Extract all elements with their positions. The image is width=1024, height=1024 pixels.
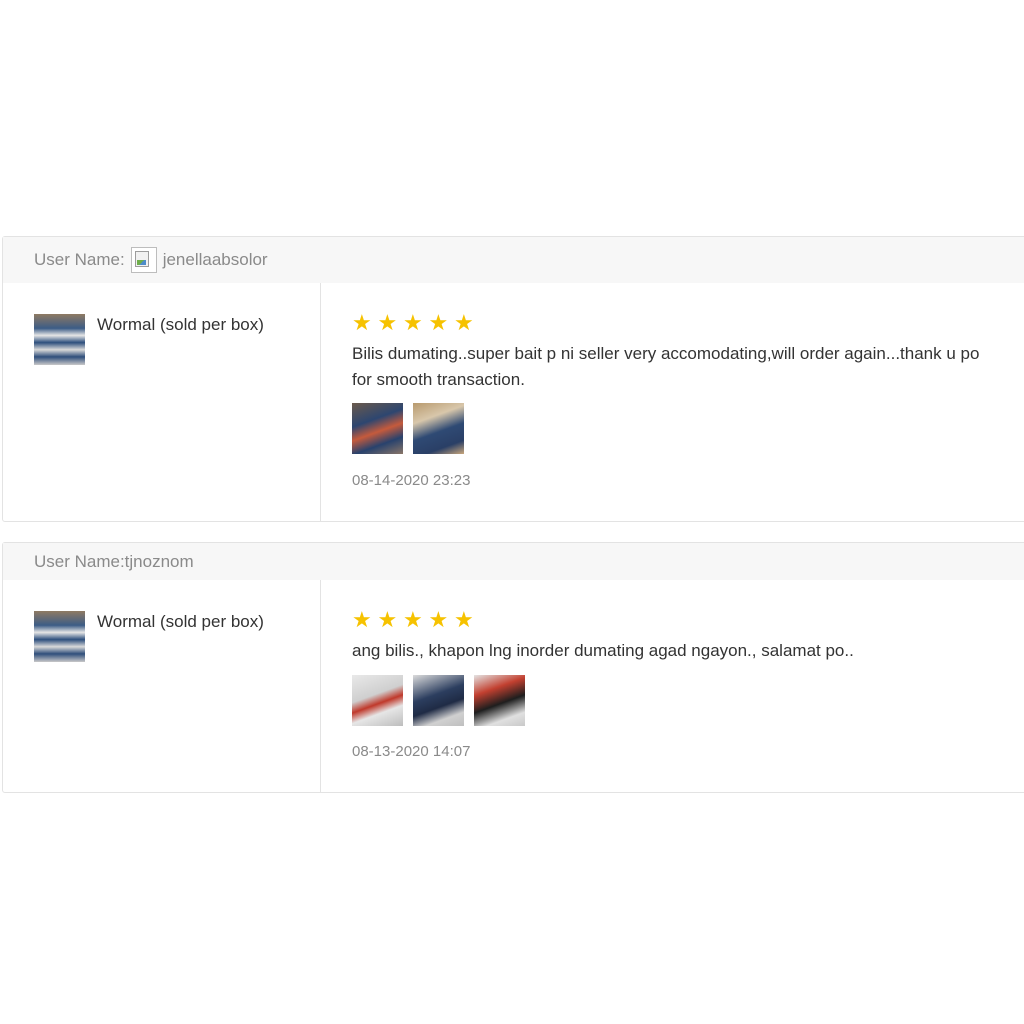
product-thumbnail[interactable] — [34, 314, 85, 365]
user-avatar — [130, 247, 157, 273]
review-content: ★ ★ ★ ★ ★ Bilis dumating..super bait p n… — [321, 283, 1024, 521]
broken-image-icon — [134, 251, 149, 267]
review-text: ang bilis., khapon lng inorder dumating … — [352, 641, 854, 660]
review-card: User Name: jenellaabsolor Wormal (sold p… — [2, 236, 1024, 522]
star-icon: ★ — [454, 607, 474, 632]
product-name[interactable]: Wormal (sold per box) — [97, 315, 264, 335]
review-photo[interactable] — [474, 675, 525, 726]
review-photo[interactable] — [352, 403, 403, 454]
review-photo[interactable] — [413, 675, 464, 726]
product-column: Wormal (sold per box) — [3, 283, 321, 521]
star-icon: ★ — [454, 310, 474, 335]
review-header: User Name:tjnoznom — [3, 543, 1024, 580]
rating-stars: ★ ★ ★ ★ ★ — [352, 609, 480, 631]
rating-stars: ★ ★ ★ ★ ★ — [352, 312, 480, 334]
review-card: User Name:tjnoznom Wormal (sold per box)… — [2, 542, 1024, 793]
star-icon: ★ — [352, 310, 372, 335]
review-date: 08-14-2020 23:23 — [352, 472, 471, 489]
star-icon: ★ — [403, 310, 423, 335]
star-icon: ★ — [377, 607, 398, 632]
review-text: Bilis dumating..super bait p ni seller v… — [352, 344, 980, 389]
product-name[interactable]: Wormal (sold per box) — [97, 612, 264, 632]
user-name-label: User Name: — [34, 250, 125, 269]
star-icon: ★ — [377, 310, 398, 335]
review-photos — [352, 675, 535, 726]
product-column: Wormal (sold per box) — [3, 580, 321, 792]
review-date: 08-13-2020 14:07 — [352, 743, 471, 760]
review-photo[interactable] — [413, 403, 464, 454]
user-name-label: User Name:tjnoznom — [34, 551, 194, 571]
star-icon: ★ — [352, 607, 372, 632]
review-header: User Name: jenellaabsolor — [3, 237, 1024, 283]
star-icon: ★ — [428, 607, 449, 632]
star-icon: ★ — [403, 607, 423, 632]
product-thumbnail[interactable] — [34, 611, 85, 662]
star-icon: ★ — [428, 310, 449, 335]
review-photo[interactable] — [352, 675, 403, 726]
username: jenellaabsolor — [162, 250, 268, 269]
review-photos — [352, 403, 474, 454]
review-content: ★ ★ ★ ★ ★ ang bilis., khapon lng inorder… — [321, 580, 1024, 792]
